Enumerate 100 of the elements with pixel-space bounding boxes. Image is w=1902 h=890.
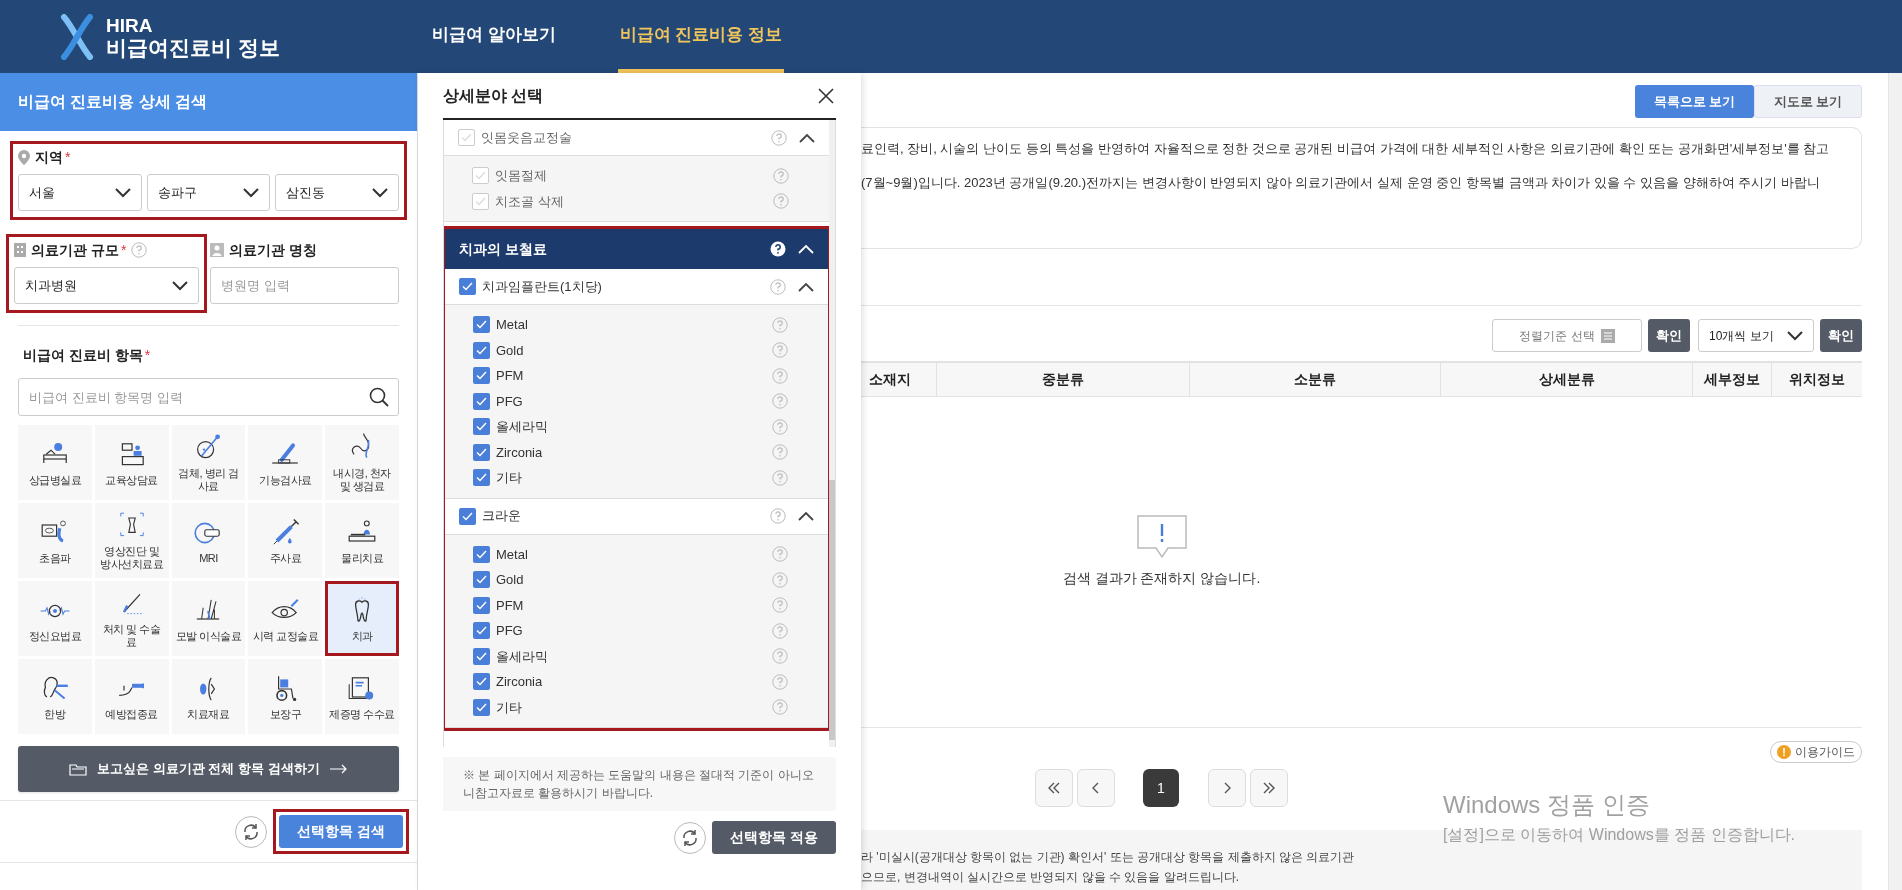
view-tab[interactable]: 지도로 보기 bbox=[1754, 85, 1862, 118]
help-icon bbox=[772, 673, 788, 690]
option-label: PFM bbox=[496, 367, 525, 385]
chevron-up-icon bbox=[799, 132, 815, 143]
category-tile[interactable]: 교육상담료 bbox=[94, 425, 169, 500]
last-page-button[interactable] bbox=[1250, 769, 1288, 807]
scrollbar[interactable] bbox=[829, 120, 835, 747]
option-label: PFM bbox=[496, 596, 525, 615]
nav-tab[interactable]: 비급여 알아보기 bbox=[430, 0, 558, 73]
checkbox[interactable] bbox=[473, 673, 490, 691]
checkbox[interactable] bbox=[473, 622, 490, 640]
reset-button[interactable] bbox=[674, 821, 707, 854]
chevron-down-icon bbox=[1787, 330, 1803, 341]
check-icon bbox=[476, 371, 487, 381]
dropdown[interactable]: 삼진동 bbox=[275, 174, 399, 211]
logo-title: HIRA bbox=[106, 15, 154, 35]
checkbox[interactable] bbox=[473, 418, 490, 436]
category-tile[interactable]: 제증명 수수료 bbox=[325, 659, 399, 734]
chevron-up-icon bbox=[798, 281, 814, 292]
notice-text: 료인력, 장비, 시술의 난이도 등의 특성을 반영하여 자율적으로 정한 것으로 공개된 비급여 가격에 대한 세부적인 사항은 의료기관에 확인 또는 공개화면'세부정보'를 참고 bbox=[861, 140, 1831, 158]
checkbox[interactable] bbox=[473, 647, 490, 665]
help-icon bbox=[773, 193, 789, 210]
checkbox[interactable] bbox=[473, 316, 490, 334]
check-icon bbox=[476, 473, 487, 483]
category-tile[interactable]: 모발 이식술료 bbox=[171, 581, 246, 656]
category-tile[interactable]: 상급병실료 bbox=[18, 425, 92, 500]
close-icon bbox=[818, 87, 834, 104]
category-tile[interactable]: 치과 bbox=[325, 581, 399, 656]
reset-button[interactable] bbox=[235, 815, 268, 848]
confirm-button[interactable]: 확인 bbox=[1648, 319, 1690, 352]
checkbox[interactable] bbox=[473, 571, 490, 589]
category-tile[interactable]: 기능검사료 bbox=[248, 425, 323, 500]
expand-toggle[interactable] bbox=[798, 281, 814, 292]
checkbox[interactable] bbox=[459, 278, 476, 295]
close-button[interactable] bbox=[816, 85, 836, 106]
sort-dropdown[interactable]: 정렬기준 선택 bbox=[1492, 319, 1642, 352]
checkbox[interactable] bbox=[473, 341, 490, 359]
checkbox[interactable] bbox=[459, 507, 476, 525]
category-tile[interactable]: 정신요법료 bbox=[18, 581, 92, 656]
page-number[interactable]: 1 bbox=[1143, 769, 1179, 807]
category-tile[interactable]: 처치 및 수술료 bbox=[94, 581, 169, 656]
option-label: 올세라믹 bbox=[496, 647, 549, 666]
last-page-icon bbox=[1262, 781, 1276, 795]
option-label: Gold bbox=[496, 341, 525, 360]
list-icon bbox=[1600, 328, 1615, 343]
building-icon bbox=[14, 243, 26, 257]
option-label: 잇몸절제 bbox=[495, 167, 548, 185]
category-tile[interactable]: 시력 교정술료 bbox=[248, 581, 323, 656]
checkbox[interactable] bbox=[472, 192, 489, 210]
dropdown[interactable]: 송파구 bbox=[146, 174, 271, 211]
apply-selected-button[interactable]: 선택항목 적용 bbox=[712, 821, 836, 854]
category-tile[interactable]: 물리치료 bbox=[325, 503, 399, 578]
group-label: 크라운 bbox=[482, 507, 522, 526]
field-label: 의료기관 규모 bbox=[31, 240, 119, 260]
checkbox[interactable] bbox=[473, 367, 490, 385]
check-icon bbox=[476, 677, 487, 687]
option-label: Metal bbox=[496, 316, 529, 334]
field-label: 지역 bbox=[35, 147, 63, 167]
hospital-name-input[interactable]: 병원명 입력 bbox=[210, 267, 399, 304]
panel-title: 상세분야 선택 bbox=[443, 85, 544, 106]
dropdown[interactable]: 서울 bbox=[18, 174, 142, 211]
section-header[interactable]: 치과의 보철료 bbox=[445, 229, 828, 269]
category-tile[interactable]: 주사료 bbox=[248, 503, 323, 578]
search-selected-button[interactable]: 선택항목 검색 bbox=[279, 815, 403, 848]
confirm-button[interactable]: 확인 bbox=[1820, 319, 1862, 352]
category-tile[interactable]: 검체, 병리 검사료 bbox=[171, 425, 246, 500]
category-tile[interactable]: 치료재료 bbox=[171, 659, 246, 734]
checkbox[interactable] bbox=[458, 129, 475, 146]
check-icon bbox=[476, 320, 487, 330]
footer-note: 라 '미실시(공개대상 항목이 없는 기관) 확인서' 또는 공개대상 항목을 제출하지 않은 의료기관 bbox=[861, 849, 1356, 865]
dropdown[interactable]: 치과병원 bbox=[14, 267, 199, 304]
first-page-button[interactable] bbox=[1035, 769, 1073, 807]
empty-message: 검색 결과가 존재하지 않습니다. bbox=[1062, 569, 1261, 588]
checkbox[interactable] bbox=[473, 545, 490, 563]
expand-toggle[interactable] bbox=[798, 511, 814, 521]
category-tile[interactable]: MRI bbox=[171, 503, 246, 578]
category-tile[interactable]: 내시경, 천자 및 생검료 bbox=[325, 425, 399, 500]
help-icon bbox=[772, 546, 788, 563]
dropdown[interactable]: 10개씩 보기 bbox=[1698, 319, 1814, 352]
category-tile[interactable]: 영상진단 및 방사선치료료 bbox=[94, 503, 169, 578]
view-tab[interactable]: 목록으로 보기 bbox=[1635, 85, 1754, 118]
check-icon bbox=[476, 345, 487, 355]
empty-state-icon bbox=[1134, 514, 1189, 560]
search-all-items-button[interactable]: 보고싶은 의료기관 전체 항목 검색하기 bbox=[18, 746, 399, 792]
category-tile[interactable]: 보장구 bbox=[248, 659, 323, 734]
checkbox[interactable] bbox=[473, 443, 490, 461]
scrollbar[interactable] bbox=[1888, 73, 1902, 890]
expand-toggle[interactable] bbox=[799, 132, 815, 143]
category-tile[interactable]: 예방접종료 bbox=[94, 659, 169, 734]
panel-title: 비급여 진료비용 상세 검색 bbox=[0, 73, 417, 131]
checkbox[interactable] bbox=[473, 698, 490, 716]
group-label: 치과임플란트(1치당) bbox=[482, 277, 603, 296]
search-field[interactable]: 비급여 진료비 항목명 입력 bbox=[18, 378, 399, 416]
checkbox[interactable] bbox=[473, 469, 490, 487]
option-label: 치조골 삭제 bbox=[495, 192, 565, 211]
checkbox[interactable] bbox=[473, 596, 490, 614]
checkbox[interactable] bbox=[472, 167, 489, 185]
category-tile[interactable]: 초음파 bbox=[18, 503, 92, 578]
checkbox[interactable] bbox=[473, 392, 490, 410]
category-tile[interactable]: 한방 bbox=[18, 659, 92, 734]
